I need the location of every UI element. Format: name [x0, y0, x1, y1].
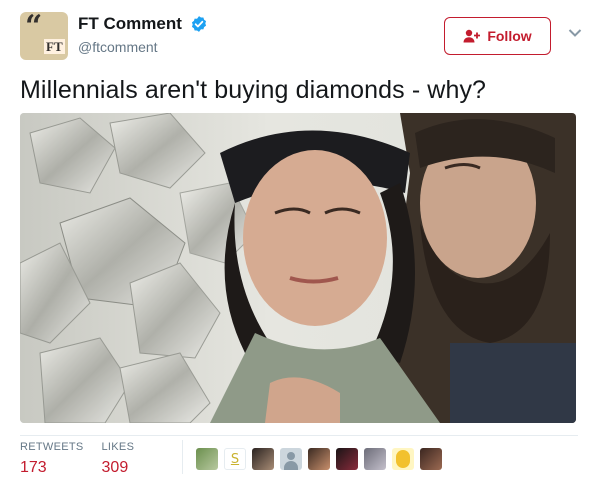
- tweet-header: “ FT FT Comment @ftcomment Follow: [20, 12, 582, 62]
- follow-button[interactable]: Follow: [444, 17, 551, 55]
- follow-person-icon: [463, 29, 481, 43]
- display-name[interactable]: FT Comment: [78, 14, 182, 34]
- tweet-text: Millennials aren't buying diamonds - why…: [20, 76, 487, 104]
- stats-separator: [182, 440, 183, 474]
- retweets-count: 173: [20, 459, 47, 476]
- verified-badge-icon: [192, 16, 207, 32]
- likes-count: 309: [101, 459, 129, 476]
- account-avatar[interactable]: “ FT: [20, 12, 68, 60]
- liker-avatar[interactable]: [280, 448, 302, 470]
- liker-avatar[interactable]: S: [224, 448, 246, 470]
- liker-avatar[interactable]: [196, 448, 218, 470]
- liker-avatar[interactable]: [252, 448, 274, 470]
- account-name-block[interactable]: FT Comment @ftcomment: [78, 14, 208, 55]
- likes-label: LIKES: [101, 441, 135, 453]
- tweet-stats: RETWEETS 173 LIKES 309: [20, 441, 152, 477]
- follow-button-label: Follow: [487, 28, 532, 44]
- liker-avatar[interactable]: [336, 448, 358, 470]
- liker-avatar[interactable]: [420, 448, 442, 470]
- liker-avatars: S: [196, 448, 442, 470]
- liker-avatar[interactable]: [308, 448, 330, 470]
- retweets-stat[interactable]: RETWEETS 173: [20, 441, 84, 477]
- chevron-down-icon[interactable]: [568, 28, 582, 38]
- likes-stat[interactable]: LIKES 309: [102, 441, 135, 477]
- liker-avatar[interactable]: [364, 448, 386, 470]
- avatar-ft-logo: FT: [44, 39, 65, 54]
- retweets-label: RETWEETS: [20, 441, 84, 453]
- photo-illustration: [20, 113, 576, 423]
- account-handle[interactable]: @ftcomment: [78, 39, 208, 55]
- stats-divider: [20, 435, 578, 436]
- liker-avatar[interactable]: [392, 448, 414, 470]
- tweet-photo[interactable]: [20, 113, 576, 423]
